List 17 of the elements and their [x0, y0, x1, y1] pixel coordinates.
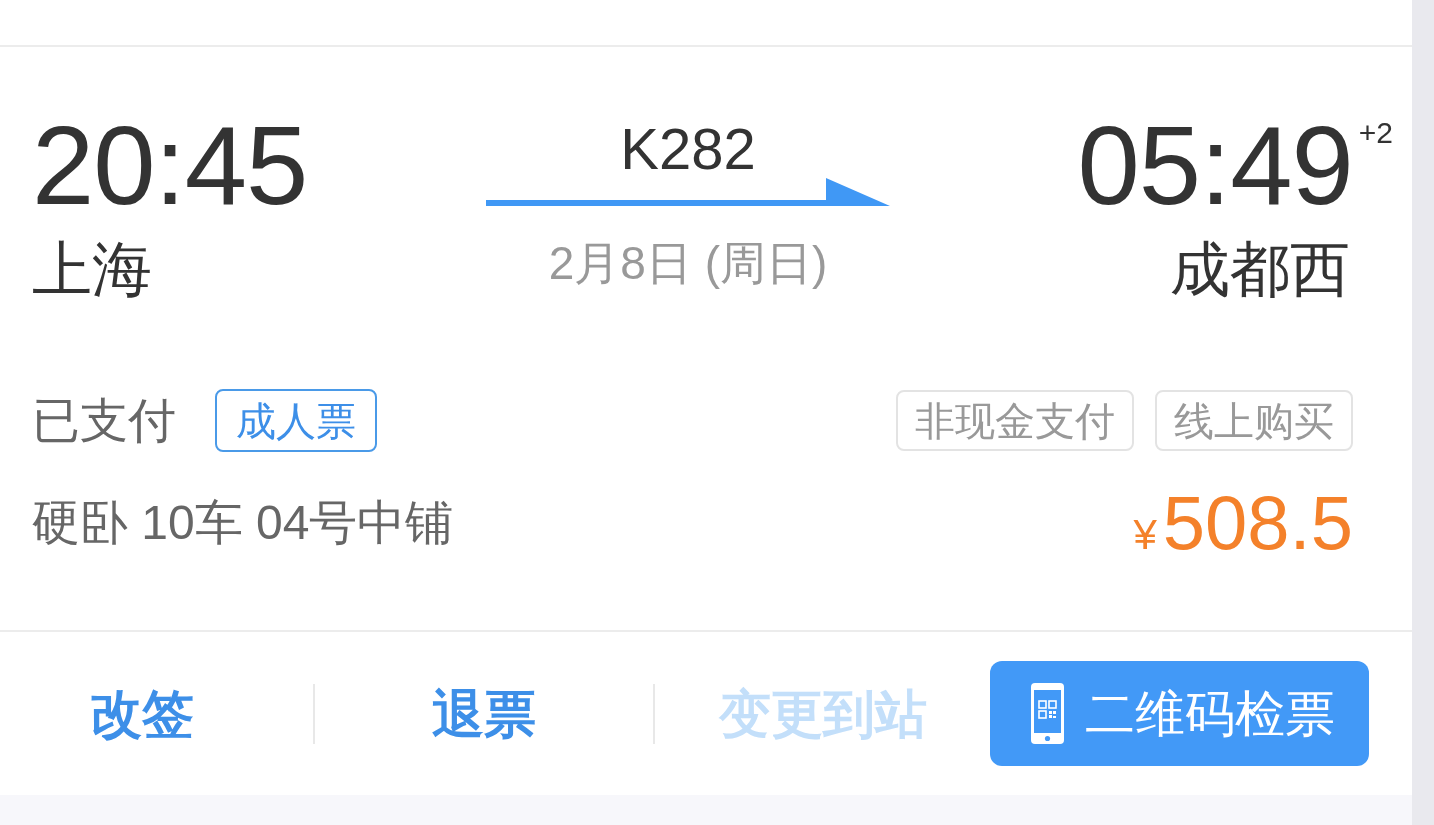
day-offset: +2	[1358, 118, 1393, 148]
qr-check-button[interactable]: 二维码检票	[990, 661, 1369, 766]
departure-station: 上海	[32, 240, 152, 300]
qr-phone-icon	[1031, 683, 1064, 744]
action-link[interactable]: 改签	[90, 687, 194, 740]
train-number: K282	[620, 120, 756, 178]
seat-info: 硬卧 10车 04号中铺	[32, 499, 454, 547]
info-tag: 线上购买	[1155, 390, 1353, 451]
arrival-station: 成都西	[1170, 240, 1350, 300]
action-link[interactable]: 退票	[432, 687, 536, 740]
arrow-icon	[486, 178, 890, 206]
departure-time: 20:45	[32, 110, 308, 222]
ticket-price: ¥508.5	[1133, 485, 1353, 561]
arrival-time: 05:49	[1077, 110, 1353, 222]
ticket-type-badge: 成人票	[215, 389, 377, 452]
payment-status: 已支付	[32, 396, 176, 445]
info-tag: 非现金支付	[896, 390, 1134, 451]
